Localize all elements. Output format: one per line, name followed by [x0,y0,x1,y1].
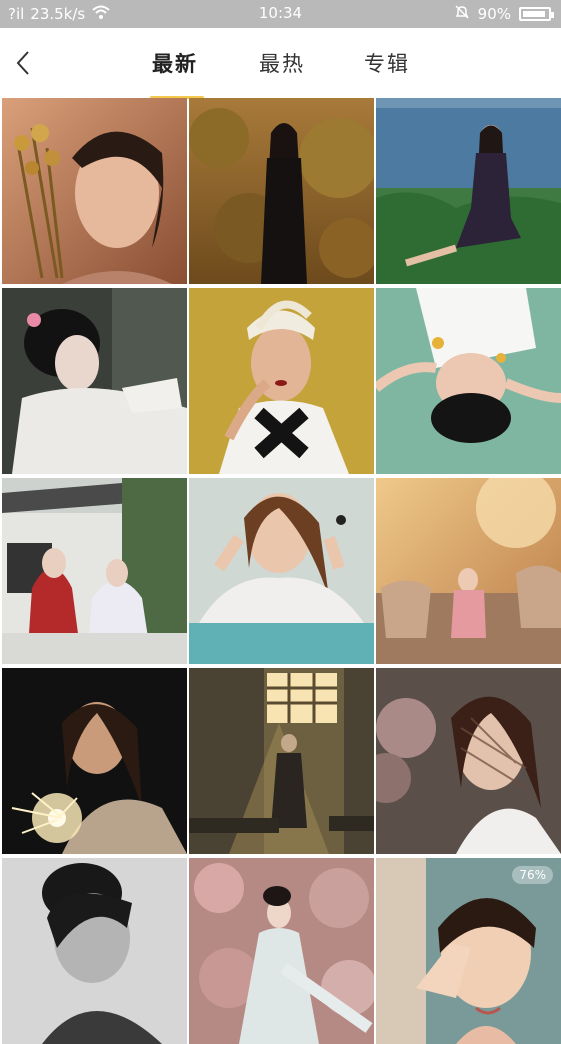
photo-image [189,478,374,664]
top-nav: 最新 最热 专辑 [0,28,561,99]
photo-tile[interactable] [2,98,187,284]
photo-image [2,98,187,284]
photo-image [376,478,561,664]
photo-image [189,668,374,854]
photo-tile[interactable] [2,478,187,664]
photo-image [2,858,187,1044]
tab-bar: 最新 最热 专辑 [0,48,561,99]
battery-icon [519,7,554,21]
progress-badge: 76% [512,866,553,884]
tab-newest[interactable]: 最新 [152,48,198,78]
tab-hottest[interactable]: 最热 [259,48,305,78]
photo-image [189,98,374,284]
photo-image [376,98,561,284]
mute-bell-icon [454,4,470,24]
photo-image [189,288,374,474]
photo-tile[interactable] [376,668,561,854]
photo-image [2,478,187,664]
photo-tile[interactable] [2,668,187,854]
photo-tile[interactable] [2,288,187,474]
photo-tile[interactable] [189,98,374,284]
photo-image [2,288,187,474]
photo-tile[interactable] [189,288,374,474]
photo-image [376,858,561,1044]
tab-albums[interactable]: 专辑 [364,48,410,78]
status-right: 90% [454,4,554,24]
photo-tile[interactable] [189,668,374,854]
photo-tile[interactable] [376,98,561,284]
photo-image [376,288,561,474]
photo-tile[interactable]: 76% [376,858,561,1044]
status-bar: ?il 23.5k/s 10:34 90% [0,0,561,28]
photo-tile[interactable] [376,478,561,664]
photo-tile[interactable] [189,478,374,664]
photo-tile[interactable] [376,288,561,474]
photo-image [2,668,187,854]
photo-tile[interactable] [2,858,187,1044]
photo-image [376,668,561,854]
photo-tile[interactable] [189,858,374,1044]
battery-percent: 90% [477,5,511,23]
photo-image [189,858,374,1044]
